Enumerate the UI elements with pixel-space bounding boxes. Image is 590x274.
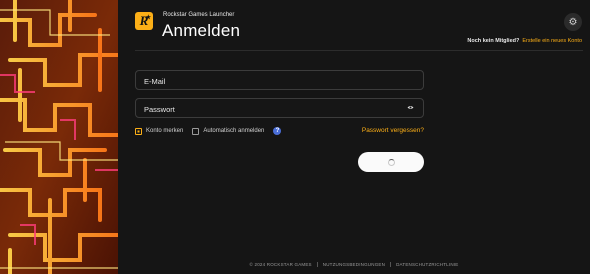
- footer: © 2024 ROCKSTAR GAMES NUTZUNGSBEDINGUNGEN…: [118, 262, 590, 268]
- auto-login-label: Automatisch anmelden: [203, 128, 265, 134]
- remember-account-option[interactable]: Konto merken: [135, 127, 184, 135]
- password-field: [135, 98, 424, 119]
- signup-question: Noch kein Mitglied?: [467, 38, 520, 44]
- signup-prompt: Noch kein Mitglied? Erstelle ein neues Ko…: [467, 38, 582, 44]
- footer-separator: [390, 262, 392, 268]
- promo-artwork: [0, 0, 118, 274]
- sign-in-button[interactable]: [358, 152, 424, 172]
- privacy-link[interactable]: DATENSCHUTZRICHTLINIE: [396, 262, 458, 267]
- login-options: Konto merken Automatisch anmelden ?: [135, 127, 282, 135]
- password-input[interactable]: [136, 100, 423, 119]
- maze-artwork-image: [0, 0, 118, 274]
- login-panel: – × R ★ Rockstar Games Launcher Anmelden…: [118, 0, 590, 274]
- eye-icon[interactable]: [407, 105, 414, 110]
- logo-star-icon: ★: [145, 15, 151, 21]
- auto-login-checkbox[interactable]: [192, 127, 200, 135]
- create-account-link[interactable]: Erstelle ein neues Konto: [522, 38, 582, 44]
- help-icon[interactable]: ?: [273, 127, 282, 135]
- email-input[interactable]: [136, 72, 423, 91]
- minimize-icon[interactable]: –: [553, 0, 562, 3]
- remember-account-label: Konto merken: [146, 128, 184, 134]
- footer-separator: [316, 262, 318, 268]
- settings-button[interactable]: ⚙: [564, 13, 582, 31]
- spinner-icon: [387, 158, 395, 166]
- copyright-text: © 2024 ROCKSTAR GAMES: [249, 262, 312, 267]
- close-icon[interactable]: ×: [571, 0, 580, 3]
- forgot-password-link[interactable]: Passwort vergessen?: [362, 127, 424, 134]
- gear-icon: ⚙: [568, 16, 578, 28]
- email-field: [135, 70, 424, 91]
- terms-link[interactable]: NUTZUNGSBEDINGUNGEN: [323, 262, 385, 267]
- auto-login-option[interactable]: Automatisch anmelden: [192, 127, 265, 135]
- remember-account-checkbox[interactable]: [135, 127, 142, 135]
- window-controls: – ×: [553, 0, 580, 3]
- rockstar-logo: R ★: [135, 12, 153, 30]
- page-title: Anmelden: [162, 21, 241, 40]
- header-divider: [135, 50, 583, 51]
- app-title: Rockstar Games Launcher: [163, 12, 235, 18]
